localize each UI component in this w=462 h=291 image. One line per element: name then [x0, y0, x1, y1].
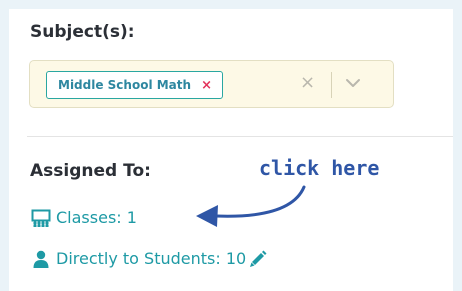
classes-link[interactable]: Classes: 1 [31, 208, 137, 227]
students-link-label: Directly to Students: 10 [56, 249, 247, 268]
chevron-down-icon[interactable] [344, 76, 362, 90]
chip-remove-icon[interactable]: × [201, 79, 212, 92]
clear-icon[interactable]: × [300, 74, 315, 92]
section-divider [27, 136, 453, 137]
classroom-icon [31, 209, 51, 227]
assigned-to-label: Assigned To: [30, 161, 151, 181]
subject-chip: Middle School Math × [46, 71, 223, 99]
person-icon [33, 250, 49, 268]
classes-link-label: Classes: 1 [56, 208, 137, 227]
subjects-label: Subject(s): [30, 22, 135, 42]
subject-chip-label: Middle School Math [58, 78, 192, 92]
assignment-panel: Subject(s): Middle School Math × × Assig… [9, 9, 453, 291]
students-link[interactable]: Directly to Students: 10 [31, 249, 267, 268]
click-here-annotation: click here [259, 156, 380, 180]
select-divider [331, 72, 332, 98]
pencil-icon[interactable] [249, 250, 267, 268]
subjects-select[interactable]: Middle School Math × × [29, 60, 394, 108]
